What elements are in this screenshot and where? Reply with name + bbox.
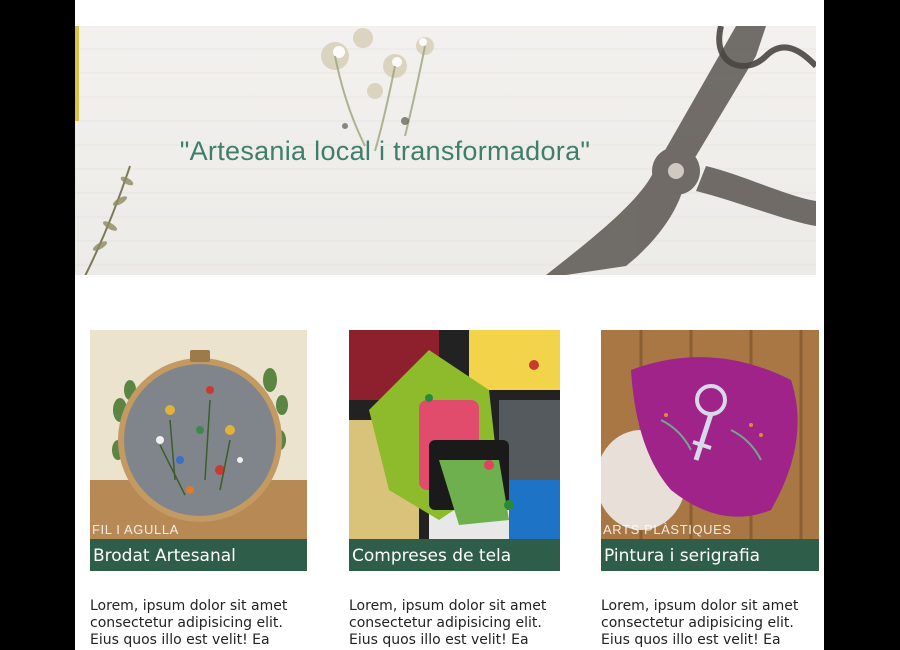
card-category: ARTS PLÀSTIQUES — [603, 522, 732, 537]
card-title[interactable]: Pintura i serigrafia — [601, 539, 819, 571]
embroidery-hoop-image — [90, 330, 307, 539]
cloth-pads-image — [349, 330, 560, 539]
page: "Artesania local i transformadora" FIL I… — [75, 0, 824, 650]
card-title[interactable]: Compreses de tela — [349, 539, 560, 571]
hero-banner: "Artesania local i transformadora" — [75, 26, 816, 275]
hero-title: "Artesania local i transformadora" — [179, 136, 591, 166]
hero-edge-strip — [75, 26, 79, 121]
card-category: FIL I AGULLA — [92, 522, 179, 537]
painted-mask-image — [601, 330, 819, 539]
card-description: Lorem, ipsum dolor sit amet consectetur … — [90, 598, 288, 650]
card-image[interactable]: ARTS PLÀSTIQUES — [601, 330, 819, 539]
card-description: Lorem, ipsum dolor sit amet consectetur … — [349, 598, 547, 648]
card-description: Lorem, ipsum dolor sit amet consectetur … — [601, 598, 799, 650]
card-image[interactable]: FIL I AGULLA — [90, 330, 307, 539]
card-title[interactable]: Brodat Artesanal — [90, 539, 307, 571]
card-image[interactable] — [349, 330, 560, 539]
herb-stem-image — [84, 165, 134, 275]
